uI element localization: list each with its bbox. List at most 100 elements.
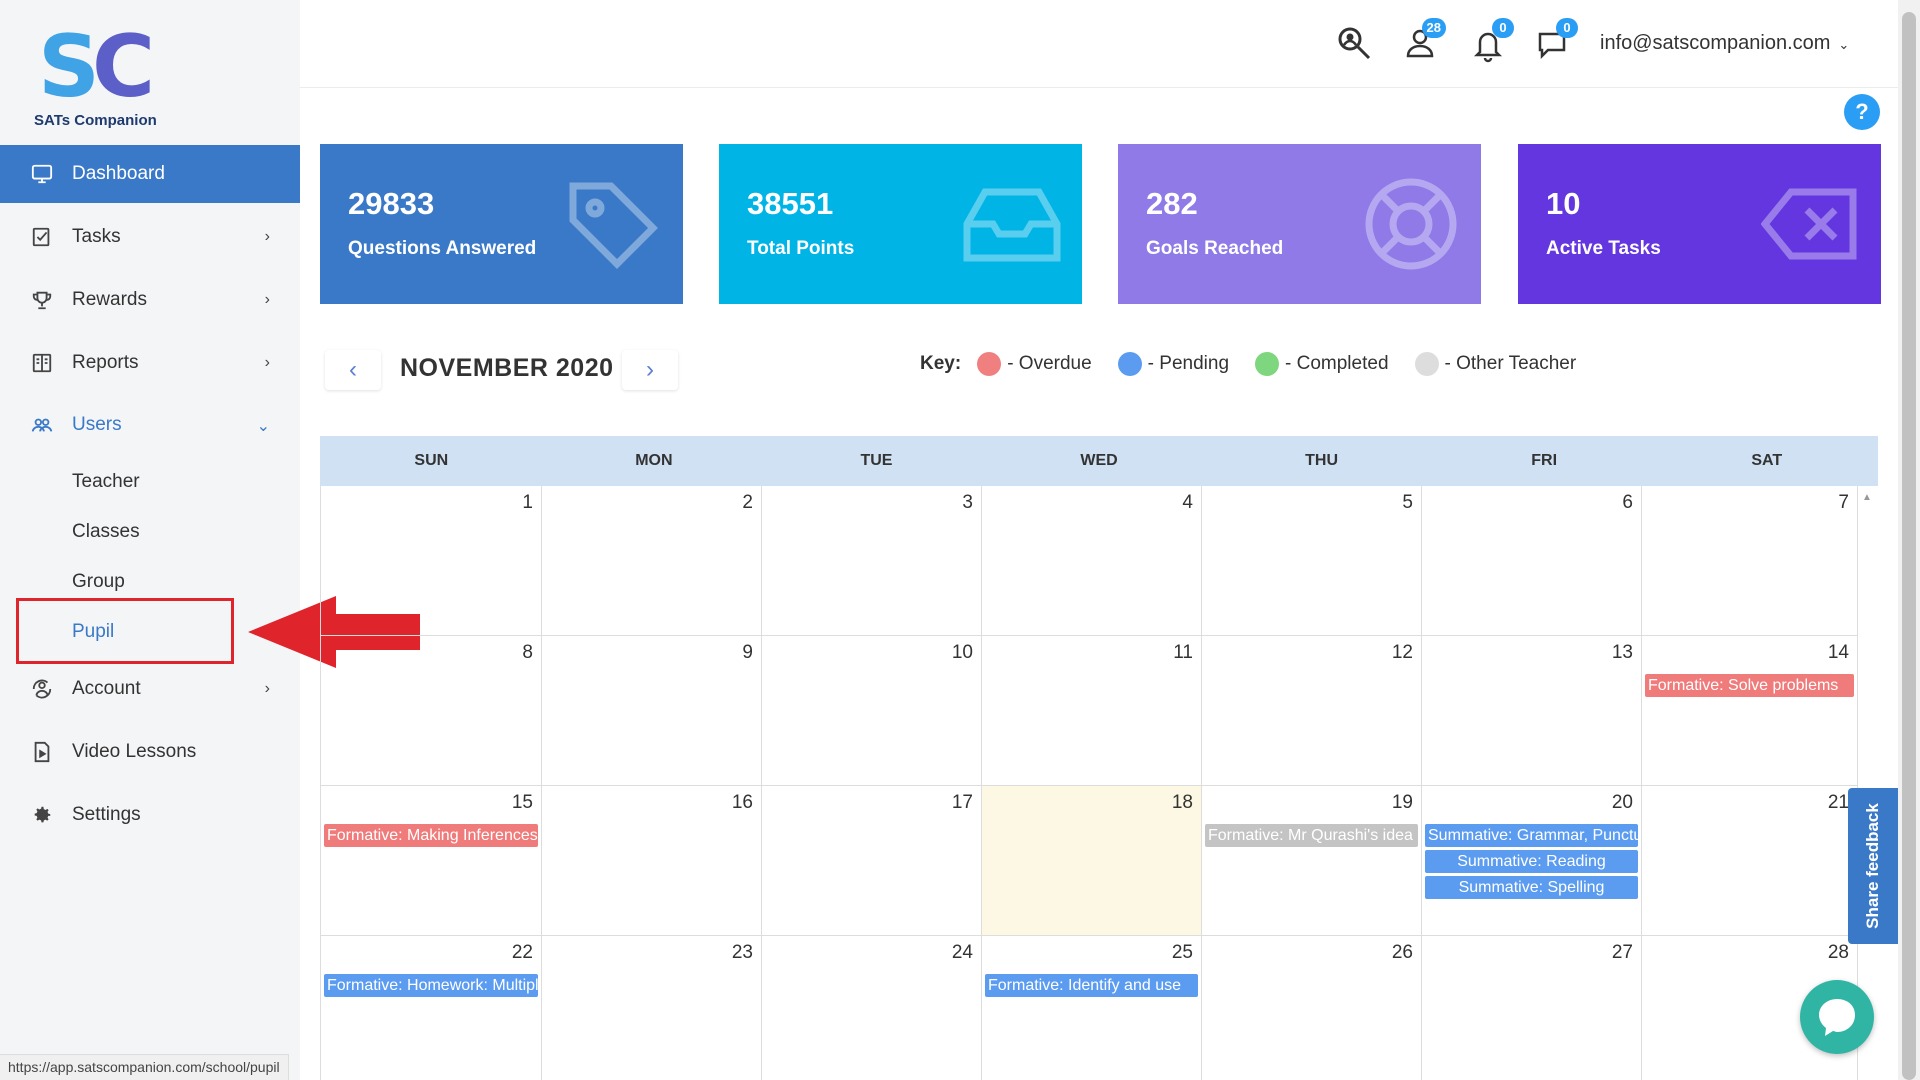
- calendar-event[interactable]: Formative: Mr Qurashi's idea: [1205, 824, 1418, 847]
- calendar-day-cell[interactable]: 26: [1202, 936, 1422, 1080]
- share-feedback-label: Share feedback: [1863, 803, 1882, 929]
- day-number: 6: [1622, 492, 1633, 513]
- sidebar-item-account[interactable]: Account ›: [0, 660, 300, 718]
- day-number: 18: [1171, 792, 1193, 813]
- sidebar-item-rewards[interactable]: Rewards ›: [0, 271, 300, 329]
- chat-icon: [1819, 999, 1855, 1036]
- help-button[interactable]: ?: [1844, 94, 1880, 130]
- sidebar-item-video-lessons[interactable]: Video Lessons: [0, 723, 300, 781]
- stat-value: 29833: [348, 186, 435, 221]
- calendar-day-cell[interactable]: 4: [982, 486, 1202, 636]
- calendar-day-cell[interactable]: 24: [762, 936, 982, 1080]
- stat-card-questions-answered: 29833 Questions Answered: [320, 144, 683, 304]
- legend-dot-completed: [1255, 352, 1280, 376]
- sidebar: SC SATs Companion Dashboard Tasks › Rewa…: [0, 0, 300, 1080]
- sidebar-item-label: Rewards: [72, 289, 147, 310]
- calendar-day-cell[interactable]: 3: [762, 486, 982, 636]
- next-month-button[interactable]: ›: [622, 350, 678, 390]
- calendar-event[interactable]: Summative: Grammar, Punctuation: [1425, 824, 1638, 847]
- chat-bubble-icon[interactable]: 0: [1532, 18, 1578, 64]
- calendar-day-cell[interactable]: 2: [542, 486, 762, 636]
- calendar-day-cell[interactable]: 18: [982, 786, 1202, 936]
- scroll-up-icon[interactable]: ▲: [1862, 492, 1872, 503]
- stat-card-goals-reached: 282 Goals Reached: [1118, 144, 1481, 304]
- account-icon: [30, 677, 54, 701]
- users-badge: 28: [1421, 18, 1446, 38]
- day-number: 27: [1611, 942, 1633, 963]
- calendar-day-cell[interactable]: 5: [1202, 486, 1422, 636]
- day-header-thu: THU: [1305, 452, 1339, 469]
- sidebar-item-label: Tasks: [72, 226, 121, 247]
- calendar-day-cell[interactable]: 16: [542, 786, 762, 936]
- calendar-day-cell[interactable]: 17: [762, 786, 982, 936]
- day-number: 12: [1391, 642, 1413, 663]
- chat-launcher-button[interactable]: [1800, 980, 1874, 1054]
- calendar-legend: Key: - Overdue - Pending - Completed - O…: [920, 352, 1594, 376]
- sidebar-item-label: Video Lessons: [72, 741, 197, 762]
- calendar-day-cell[interactable]: 23: [542, 936, 762, 1080]
- day-number: 15: [511, 792, 533, 813]
- user-menu[interactable]: info@satscompanion.com ⌄: [1600, 32, 1849, 55]
- calendar-day-cell[interactable]: 21: [1642, 786, 1858, 936]
- users-icon: [30, 413, 54, 437]
- legend-dot-pending: [1117, 352, 1142, 376]
- calendar-event[interactable]: Formative: Identify and use: [985, 974, 1198, 997]
- logo-mark: SC: [38, 17, 155, 117]
- sidebar-item-reports[interactable]: Reports ›: [0, 334, 300, 392]
- day-header-sat: SAT: [1751, 452, 1783, 469]
- calendar-event[interactable]: Formative: Solve problems: [1645, 674, 1854, 697]
- day-number: 4: [1182, 492, 1193, 513]
- submenu-item-group[interactable]: Group: [72, 571, 125, 593]
- calendar-day-cell[interactable]: 1: [321, 486, 542, 636]
- day-number: 3: [962, 492, 973, 513]
- submenu-item-classes[interactable]: Classes: [72, 521, 140, 543]
- pupil-highlight-box: [16, 598, 234, 664]
- calendar-day-cell[interactable]: 11: [982, 636, 1202, 786]
- sidebar-item-users[interactable]: Users ⌄: [0, 396, 300, 454]
- sidebar-item-dashboard[interactable]: Dashboard: [0, 145, 300, 203]
- calendar-event[interactable]: Formative: Making Inferences: [324, 824, 538, 847]
- messages-badge: 0: [1556, 18, 1578, 38]
- calendar-event[interactable]: Summative: Reading: [1425, 850, 1638, 873]
- users-requests-icon[interactable]: 28: [1400, 18, 1446, 64]
- calendar-day-cell[interactable]: 12: [1202, 636, 1422, 786]
- stat-label: Total Points: [747, 238, 855, 259]
- scrollbar-thumb[interactable]: [1902, 12, 1916, 1080]
- legend-label-other-teacher: - Other Teacher: [1444, 353, 1577, 374]
- day-number: 19: [1391, 792, 1413, 813]
- day-number: 25: [1171, 942, 1193, 963]
- submenu-item-teacher[interactable]: Teacher: [72, 471, 140, 493]
- legend-dot-other-teacher: [1414, 352, 1439, 376]
- calendar-day-cell[interactable]: 27: [1422, 936, 1642, 1080]
- calendar-event[interactable]: Summative: Spelling: [1425, 876, 1638, 899]
- calendar-day-cell[interactable]: 8: [321, 636, 542, 786]
- stat-value: 282: [1146, 186, 1198, 221]
- calendar-day-cell[interactable]: 20 Summative: Grammar, Punctuation Summati…: [1422, 786, 1642, 936]
- calendar-day-cell[interactable]: 6: [1422, 486, 1642, 636]
- calendar-day-cell[interactable]: 7: [1642, 486, 1858, 636]
- logo[interactable]: SC SATs Companion: [28, 22, 178, 134]
- calendar-event[interactable]: Formative: Homework: Multiplication: [324, 974, 538, 997]
- calendar-day-cell[interactable]: 10: [762, 636, 982, 786]
- sidebar-item-tasks[interactable]: Tasks ›: [0, 208, 300, 266]
- search-user-icon[interactable]: [1334, 24, 1374, 64]
- sidebar-item-settings[interactable]: Settings: [0, 786, 300, 844]
- share-feedback-tab[interactable]: Share feedback: [1848, 788, 1898, 944]
- page-scrollbar[interactable]: [1898, 0, 1920, 1080]
- day-number: 17: [951, 792, 973, 813]
- calendar-day-cell[interactable]: 15 Formative: Making Inferences: [321, 786, 542, 936]
- calendar-day-cell[interactable]: 14 Formative: Solve problems: [1642, 636, 1858, 786]
- legend-label-completed: - Completed: [1285, 353, 1389, 374]
- logo-name: SATs Companion: [34, 112, 157, 129]
- chevron-down-icon: ⌄: [256, 418, 270, 435]
- calendar-day-cell[interactable]: 25 Formative: Identify and use: [982, 936, 1202, 1080]
- calendar-day-cell[interactable]: 22 Formative: Homework: Multiplication: [321, 936, 542, 1080]
- stat-value: 38551: [747, 186, 834, 221]
- bell-icon[interactable]: 0: [1468, 18, 1514, 64]
- day-header-tue: TUE: [860, 452, 893, 469]
- calendar-day-cell[interactable]: 9: [542, 636, 762, 786]
- calendar-day-cell[interactable]: 13: [1422, 636, 1642, 786]
- prev-month-button[interactable]: ‹: [325, 350, 381, 390]
- sidebar-item-label: Account: [72, 678, 141, 699]
- calendar-day-cell[interactable]: 19 Formative: Mr Qurashi's idea: [1202, 786, 1422, 936]
